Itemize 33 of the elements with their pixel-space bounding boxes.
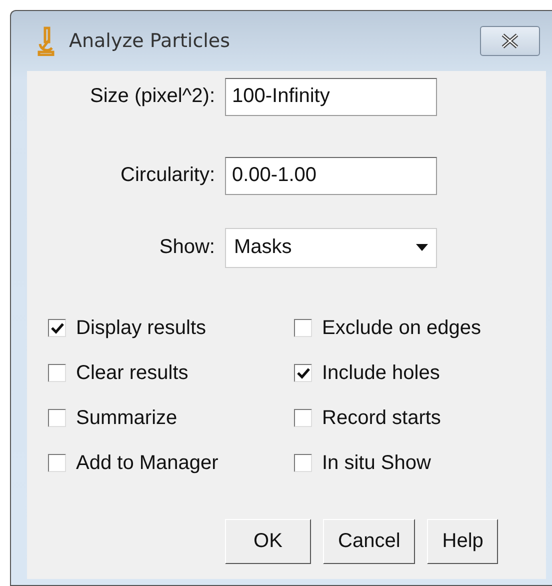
dropdown-value: Masks <box>234 236 292 259</box>
checkbox-label: Add to Manager <box>76 452 218 474</box>
dialog-button[interactable]: Help <box>427 519 498 564</box>
checkbox[interactable] <box>48 319 66 337</box>
field-label: Show: <box>158 236 216 259</box>
checkbox[interactable] <box>48 454 66 472</box>
field-label: Circularity: <box>120 164 216 187</box>
checkbox-label: Exclude on edges <box>322 316 482 340</box>
show-dropdown[interactable]: Masks <box>225 228 437 268</box>
dialog-button[interactable]: OK <box>225 519 311 564</box>
check-icon <box>50 322 64 334</box>
checkbox[interactable] <box>294 364 312 382</box>
checkbox[interactable] <box>294 319 312 337</box>
check-icon <box>296 368 310 378</box>
checkbox-label: Summarize <box>76 406 178 430</box>
input-field[interactable]: 0.00-1.00 <box>225 156 437 194</box>
dialog-button[interactable]: Cancel <box>323 519 416 564</box>
window-title: Analyze Particles <box>69 30 232 52</box>
input-field[interactable]: 100-Infinity <box>225 78 437 116</box>
microscope-icon <box>37 26 55 56</box>
checkbox[interactable] <box>294 454 312 472</box>
close-button[interactable] <box>480 26 540 56</box>
caret-icon <box>416 244 428 251</box>
checkbox-label: Record starts <box>322 406 441 430</box>
field-label: Size (pixel^2): <box>89 85 216 108</box>
checkbox-label: Clear results <box>76 362 188 384</box>
close-icon <box>499 33 521 49</box>
checkbox[interactable] <box>48 409 66 427</box>
checkbox-label: In situ Show <box>322 452 431 474</box>
checkbox-label: Display results <box>76 316 206 340</box>
checkbox[interactable] <box>48 364 66 382</box>
checkbox-label: Include holes <box>322 362 440 384</box>
checkbox[interactable] <box>294 409 312 427</box>
